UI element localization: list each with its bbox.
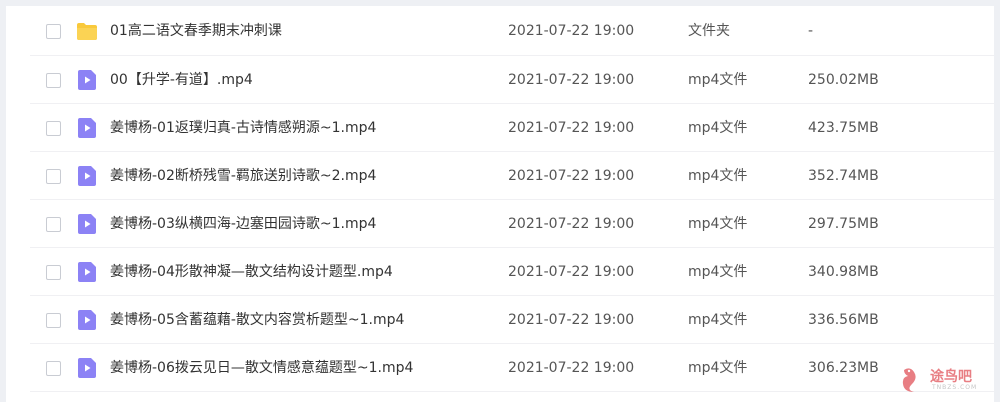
- file-row[interactable]: 00【升学-有道】.mp4 2021-07-22 19:00 mp4文件 250…: [30, 56, 994, 104]
- watermark-text: 途鸟吧: [930, 369, 972, 385]
- file-type: mp4文件: [688, 312, 748, 328]
- video-file-icon: [78, 70, 96, 90]
- file-name[interactable]: 姜博杨-05含蓄蕴藉-散文内容赏析题型~1.mp4: [110, 296, 404, 344]
- file-size: 306.23MB: [808, 360, 879, 376]
- file-type: 文件夹: [688, 23, 730, 39]
- video-file-icon: [78, 166, 96, 186]
- file-date: 2021-07-22 19:00: [508, 23, 635, 39]
- video-file-icon: [78, 358, 96, 378]
- file-row[interactable]: 01高二语文春季期末冲刺课 2021-07-22 19:00 文件夹 -: [30, 6, 994, 56]
- folder-icon: [77, 23, 97, 40]
- file-size: 250.02MB: [808, 72, 879, 88]
- file-size: 340.98MB: [808, 264, 879, 280]
- file-type: mp4文件: [688, 168, 748, 184]
- row-checkbox[interactable]: [46, 169, 61, 184]
- file-date: 2021-07-22 19:00: [508, 216, 635, 232]
- file-size: -: [808, 23, 814, 39]
- file-row[interactable]: 姜博杨-03纵横四海-边塞田园诗歌~1.mp4 2021-07-22 19:00…: [30, 200, 994, 248]
- file-size: 423.75MB: [808, 120, 879, 136]
- file-type: mp4文件: [688, 360, 748, 376]
- file-list: 01高二语文春季期末冲刺课 2021-07-22 19:00 文件夹 - 00【…: [30, 6, 994, 392]
- file-row[interactable]: 姜博杨-01返璞归真-古诗情感朔源~1.mp4 2021-07-22 19:00…: [30, 104, 994, 152]
- row-checkbox[interactable]: [46, 265, 61, 280]
- file-date: 2021-07-22 19:00: [508, 168, 635, 184]
- row-checkbox[interactable]: [46, 313, 61, 328]
- row-checkbox[interactable]: [46, 361, 61, 376]
- file-size: 352.74MB: [808, 168, 879, 184]
- file-name[interactable]: 姜博杨-06拨云见日—散文情感意蕴题型~1.mp4: [110, 344, 413, 392]
- file-type: mp4文件: [688, 72, 748, 88]
- file-size: 297.75MB: [808, 216, 879, 232]
- file-name[interactable]: 姜博杨-04形散神凝—散文结构设计题型.mp4: [110, 248, 393, 296]
- row-checkbox[interactable]: [46, 73, 61, 88]
- video-file-icon: [78, 214, 96, 234]
- file-date: 2021-07-22 19:00: [508, 360, 635, 376]
- file-name[interactable]: 姜博杨-02断桥残雪-羁旅送别诗歌~2.mp4: [110, 152, 376, 200]
- video-file-icon: [78, 118, 96, 138]
- window-left-border: [0, 0, 6, 402]
- watermark-logo: 途鸟吧 TNBZS.COM: [900, 360, 992, 398]
- file-name[interactable]: 姜博杨-03纵横四海-边塞田园诗歌~1.mp4: [110, 200, 376, 248]
- file-size: 336.56MB: [808, 312, 879, 328]
- bird-logo-icon: [902, 368, 916, 392]
- file-date: 2021-07-22 19:00: [508, 264, 635, 280]
- file-row[interactable]: 姜博杨-06拨云见日—散文情感意蕴题型~1.mp4 2021-07-22 19:…: [30, 344, 994, 392]
- file-date: 2021-07-22 19:00: [508, 120, 635, 136]
- window-right-border: [994, 0, 1000, 402]
- video-file-icon: [78, 262, 96, 282]
- file-type: mp4文件: [688, 264, 748, 280]
- file-date: 2021-07-22 19:00: [508, 312, 635, 328]
- file-row[interactable]: 姜博杨-02断桥残雪-羁旅送别诗歌~2.mp4 2021-07-22 19:00…: [30, 152, 994, 200]
- row-checkbox[interactable]: [46, 24, 61, 39]
- row-checkbox[interactable]: [46, 217, 61, 232]
- file-date: 2021-07-22 19:00: [508, 72, 635, 88]
- file-name[interactable]: 00【升学-有道】.mp4: [110, 56, 253, 104]
- row-checkbox[interactable]: [46, 121, 61, 136]
- file-name[interactable]: 姜博杨-01返璞归真-古诗情感朔源~1.mp4: [110, 104, 376, 152]
- video-file-icon: [78, 310, 96, 330]
- file-row[interactable]: 姜博杨-04形散神凝—散文结构设计题型.mp4 2021-07-22 19:00…: [30, 248, 994, 296]
- file-type: mp4文件: [688, 120, 748, 136]
- watermark-subtext: TNBZS.COM: [932, 384, 978, 391]
- file-type: mp4文件: [688, 216, 748, 232]
- file-name[interactable]: 01高二语文春季期末冲刺课: [110, 6, 282, 56]
- file-row[interactable]: 姜博杨-05含蓄蕴藉-散文内容赏析题型~1.mp4 2021-07-22 19:…: [30, 296, 994, 344]
